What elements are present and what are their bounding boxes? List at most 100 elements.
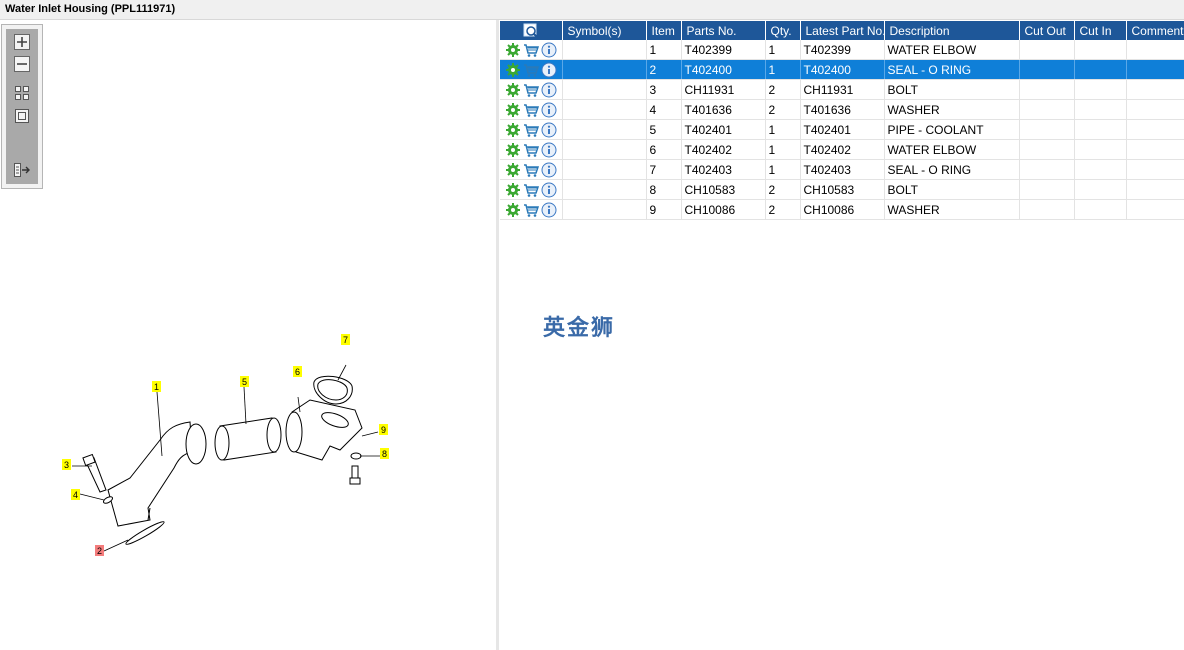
cart-icon[interactable] [523,182,539,198]
cell-symbols [562,79,647,100]
table-row[interactable]: 1 T402399 1 T402399 WATER ELBOW [500,40,1184,60]
cell-symbols [562,139,647,160]
cell-symbols [562,40,647,60]
table-row[interactable]: 2 T402400 1 T402400 SEAL - O RING [500,59,1184,80]
exploded-diagram: 1 5 6 7 3 4 9 8 2 [62,334,389,556]
cell-latest-part-no: T401636 [800,99,885,120]
cell-qty: 1 [765,40,801,60]
gear-icon[interactable] [505,102,521,118]
cell-qty: 1 [765,159,801,180]
gear-icon[interactable] [505,142,521,158]
cell-cut-in [1074,40,1127,60]
cell-symbols [562,199,647,220]
cell-cut-out [1019,139,1075,160]
cell-description: BOLT [884,179,1020,200]
cart-icon[interactable] [523,62,539,78]
column-header-comment[interactable]: Comment [1126,21,1184,40]
column-header-description[interactable]: Description [884,21,1020,40]
cell-qty: 1 [765,59,801,80]
gear-icon[interactable] [505,122,521,138]
cell-comment [1126,199,1184,220]
column-header-parts-no[interactable]: Parts No. [681,21,766,40]
cell-cut-in [1074,199,1127,220]
info-icon[interactable] [541,142,557,158]
cell-comment [1126,119,1184,140]
cell-cut-out [1019,179,1075,200]
cell-description: WATER ELBOW [884,139,1020,160]
svg-text:2: 2 [97,546,102,556]
cart-icon[interactable] [523,162,539,178]
column-header-actions[interactable] [500,21,563,40]
cell-cut-out [1019,199,1075,220]
cell-parts-no: CH11931 [681,79,766,100]
column-header-latest-part-no[interactable]: Latest Part No. [800,21,885,40]
svg-text:8: 8 [382,449,387,459]
column-header-qty[interactable]: Qty. [765,21,801,40]
info-icon[interactable] [541,162,557,178]
table-row[interactable]: 9 CH10086 2 CH10086 WASHER [500,199,1184,220]
cart-icon[interactable] [523,102,539,118]
cart-icon[interactable] [523,42,539,58]
gear-icon[interactable] [505,82,521,98]
info-icon[interactable] [541,182,557,198]
cell-cut-out [1019,40,1075,60]
row-actions [500,119,563,140]
cell-description: WASHER [884,199,1020,220]
row-actions [500,79,563,100]
cell-latest-part-no: CH11931 [800,79,885,100]
cell-comment [1126,79,1184,100]
table-row[interactable]: 8 CH10583 2 CH10583 BOLT [500,179,1184,200]
parts-list-pane: Symbol(s) Item Parts No. Qty. Latest Par… [499,20,1184,650]
table-row[interactable]: 4 T401636 2 T401636 WASHER [500,99,1184,120]
cell-item: 9 [646,199,682,220]
cell-comment [1126,40,1184,60]
gear-icon[interactable] [505,162,521,178]
info-icon[interactable] [541,122,557,138]
column-header-cut-out[interactable]: Cut Out [1019,21,1075,40]
cell-cut-in [1074,139,1127,160]
svg-text:4: 4 [73,490,78,500]
table-row[interactable]: 3 CH11931 2 CH11931 BOLT [500,79,1184,100]
column-header-symbols[interactable]: Symbol(s) [562,21,647,40]
cell-symbols [562,99,647,120]
cell-comment [1126,179,1184,200]
info-icon[interactable] [541,62,557,78]
cell-latest-part-no: CH10583 [800,179,885,200]
info-icon[interactable] [541,202,557,218]
watermark-logo: 英金狮 [543,315,616,340]
gear-icon[interactable] [505,182,521,198]
cell-qty: 2 [765,179,801,200]
table-header-row: Symbol(s) Item Parts No. Qty. Latest Par… [500,21,1184,40]
row-actions [500,59,563,80]
cell-item: 1 [646,40,682,60]
cart-icon[interactable] [523,142,539,158]
cart-icon[interactable] [523,82,539,98]
search-icon [523,23,539,39]
info-icon[interactable] [541,82,557,98]
window-title: Water Inlet Housing (PPL111971) [5,3,176,15]
cart-icon[interactable] [523,122,539,138]
elbow-flange [185,423,207,465]
cell-latest-part-no: T402402 [800,139,885,160]
gear-icon[interactable] [505,202,521,218]
window-titlebar: Water Inlet Housing (PPL111971) [0,0,1184,20]
cell-qty: 1 [765,119,801,140]
column-header-cut-in[interactable]: Cut In [1074,21,1127,40]
column-header-item[interactable]: Item [646,21,682,40]
info-icon[interactable] [541,42,557,58]
diagram-pane[interactable]: 1 5 6 7 3 4 9 8 2 [0,20,496,650]
cell-description: WATER ELBOW [884,40,1020,60]
gear-icon[interactable] [505,62,521,78]
cell-cut-in [1074,119,1127,140]
cart-icon[interactable] [523,202,539,218]
table-row[interactable]: 5 T402401 1 T402401 PIPE - COOLANT [500,119,1184,140]
cell-item: 4 [646,99,682,120]
cell-item: 6 [646,139,682,160]
cell-qty: 2 [765,199,801,220]
cell-parts-no: T402401 [681,119,766,140]
gear-icon[interactable] [505,42,521,58]
table-row[interactable]: 7 T402403 1 T402403 SEAL - O RING [500,159,1184,180]
cell-parts-no: T402402 [681,139,766,160]
table-row[interactable]: 6 T402402 1 T402402 WATER ELBOW [500,139,1184,160]
info-icon[interactable] [541,102,557,118]
